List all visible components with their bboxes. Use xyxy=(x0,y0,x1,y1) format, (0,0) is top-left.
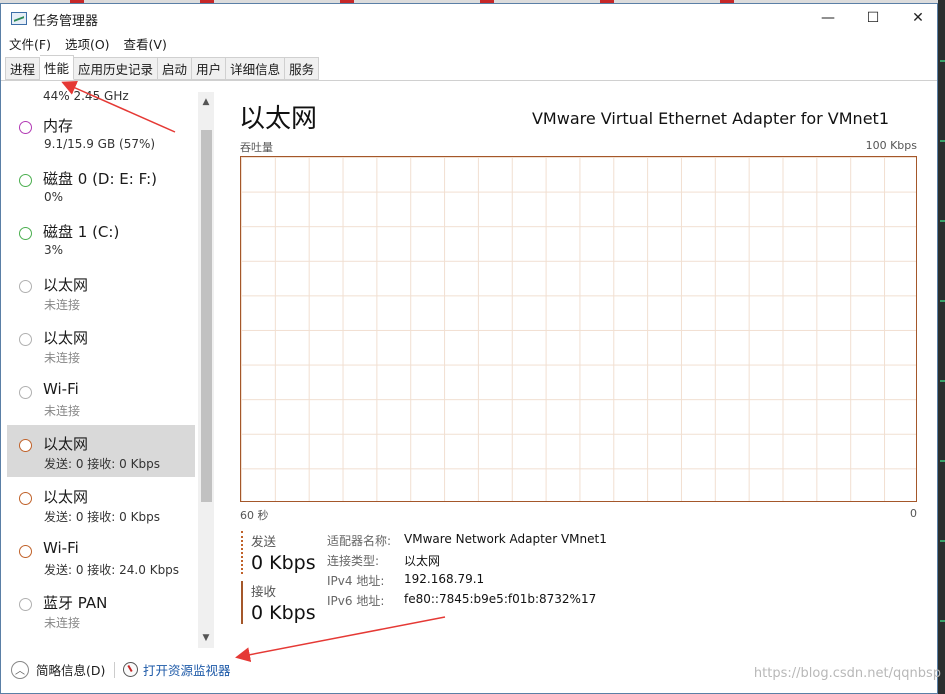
arrow-to-performance-tab xyxy=(61,80,176,133)
annotation-arrows xyxy=(61,80,446,663)
arrow-to-resource-monitor xyxy=(235,616,446,663)
